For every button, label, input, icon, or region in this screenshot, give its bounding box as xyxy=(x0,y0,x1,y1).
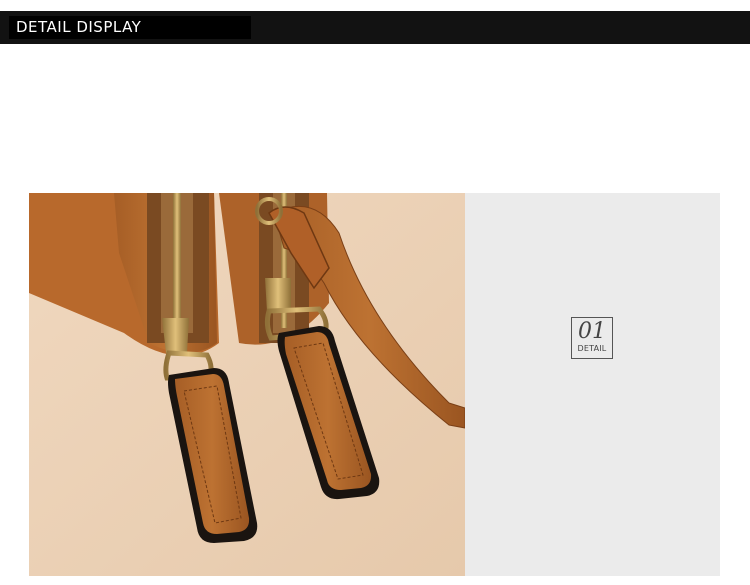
product-photo xyxy=(29,193,465,576)
wallet-zipper-illustration xyxy=(29,193,465,576)
header-bar: DETAIL DISPLAY xyxy=(0,11,750,44)
detail-panel: 01 DETAIL xyxy=(465,193,720,576)
detail-label: DETAIL xyxy=(577,344,607,353)
detail-number: 01 xyxy=(578,319,606,344)
section-title: DETAIL DISPLAY xyxy=(9,16,251,39)
detail-badge: 01 DETAIL xyxy=(571,317,613,359)
